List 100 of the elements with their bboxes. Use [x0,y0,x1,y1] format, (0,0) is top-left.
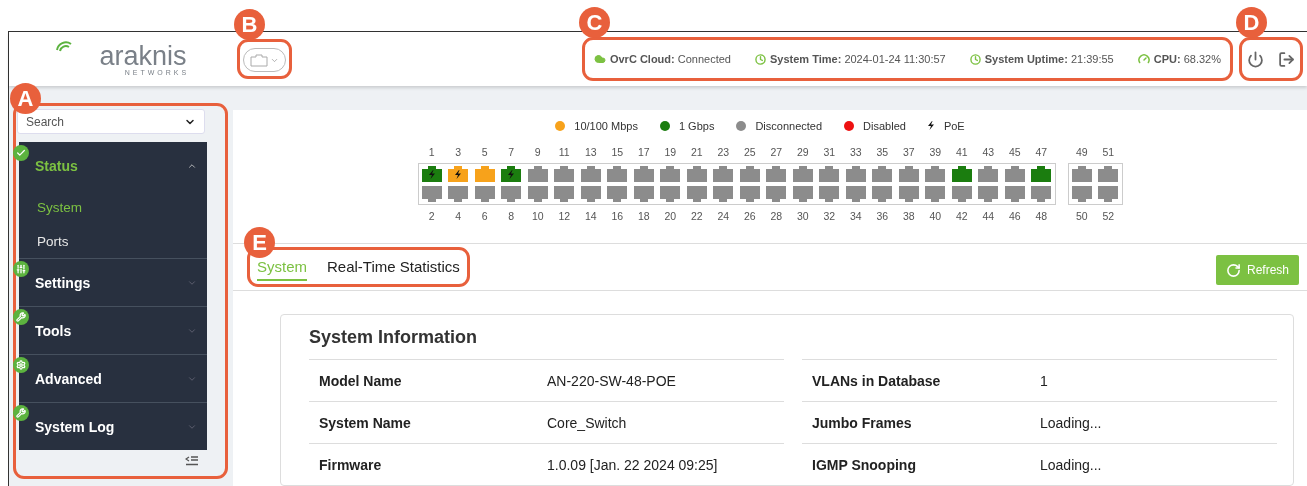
wrench-icon [13,405,29,421]
clock-icon [755,53,766,65]
port-number: 14 [583,209,598,224]
port-number: 42 [954,209,969,224]
menu-item[interactable]: System Log [19,402,207,450]
field-value: AN-220-SW-48-POE [547,372,676,389]
status-text: OvrC Cloud: Connected [609,53,731,65]
port-number: 2 [427,209,436,224]
callout-frame [1239,37,1303,81]
port-number: 27 [769,145,784,160]
port-number: 21 [689,145,704,160]
port-number: 20 [663,209,678,224]
callout-badge: C [578,7,610,38]
legend-label: 1 Gbps [678,120,715,132]
port-number: 25 [742,145,757,160]
field-value: Loading... [1040,414,1102,431]
tab[interactable]: Real-Time Statistics [327,253,460,281]
gear-icon [13,357,29,373]
port-number: 39 [928,145,943,160]
port-number: 37 [901,145,916,160]
menu-item[interactable]: Settings [19,258,207,306]
port-number: 52 [1101,209,1116,224]
logout-button[interactable] [1278,50,1295,68]
port-number: 50 [1074,209,1089,224]
port-number: 30 [795,209,810,224]
port-number: 13 [583,145,598,160]
port-number: 33 [848,145,863,160]
port-number: 34 [848,209,863,224]
port-number: 8 [507,209,516,224]
legend-label: PoE [943,120,965,132]
field-label: VLANs in Database [812,372,942,389]
callout-badge: E [244,227,275,259]
port-number: 40 [928,209,943,224]
port-number: 4 [454,209,463,224]
port-number: 28 [769,209,784,224]
port-number: 24 [716,209,731,224]
port-number: 49 [1074,145,1089,160]
port-icon[interactable] [500,165,523,183]
menu-item[interactable]: Tools [19,306,207,354]
lightning-icon [927,121,935,131]
power-button[interactable] [1247,50,1264,68]
callout-badge: B [234,9,265,40]
port-number: 18 [636,209,651,224]
field-value: Loading... [1040,456,1102,473]
wrench-icon [13,309,29,325]
port-number: 7 [507,145,516,160]
port-number: 41 [954,145,969,160]
port-number: 31 [822,145,837,160]
port-number: 11 [557,145,571,160]
port-number: 10 [530,209,545,224]
port-number: 36 [875,209,890,224]
port-number: 17 [636,145,651,160]
status-text: System Time: 2024-01-24 11:30:57 [770,53,946,65]
card-title: System Information [309,327,479,349]
port-number: 23 [716,145,731,160]
field-label: Firmware [319,456,383,473]
field-value: 1 [1040,372,1048,389]
port-number: 1 [427,145,436,160]
field-label: Model Name [319,372,403,389]
search-dropdown[interactable]: Search [17,109,205,134]
port-number: 15 [610,145,625,160]
port-number: 45 [1007,145,1022,160]
submenu-item[interactable]: Ports [19,224,207,258]
port-number: 46 [1007,209,1022,224]
port-icon[interactable] [447,165,470,183]
port-number: 12 [557,209,572,224]
port-number: 32 [822,209,837,224]
port-number: 48 [1034,209,1049,224]
clock-icon [969,53,981,65]
cloud-icon [593,53,606,65]
port-number: 3 [454,145,463,160]
menu-item[interactable]: Status [19,142,207,190]
field-label: Jumbo Frames [812,414,913,431]
logo-wordmark: araknis [99,42,187,69]
field-label: IGMP Snooping [812,456,917,473]
chevron-up-icon [187,161,197,171]
submenu-item[interactable]: System [19,190,207,224]
legend-label: Disabled [863,120,906,132]
port-icon[interactable] [420,165,443,183]
field-value: Core_Switch [547,414,627,431]
port-number: 5 [480,145,489,160]
port-number: 26 [742,209,757,224]
collapse-sidebar-icon[interactable] [185,456,199,466]
port-number: 35 [875,145,890,160]
port-number: 9 [533,145,542,160]
port-number: 47 [1034,145,1049,160]
port-number: 29 [795,145,810,160]
refresh-icon [1225,262,1241,278]
port-number: 22 [689,209,704,224]
sliders-icon [13,261,29,277]
status-text: CPU: 68.32% [1153,53,1221,65]
field-label: System Name [319,414,412,431]
menu-item[interactable]: Advanced [19,354,207,402]
port-number: 51 [1101,145,1116,160]
legend-label: Disconnected [755,120,823,132]
status-text: System Uptime: 21:39:55 [984,53,1114,65]
switch-icon [250,53,268,67]
gauge-icon [1137,53,1150,65]
device-selector[interactable] [243,48,286,72]
port-number: 19 [663,145,678,160]
